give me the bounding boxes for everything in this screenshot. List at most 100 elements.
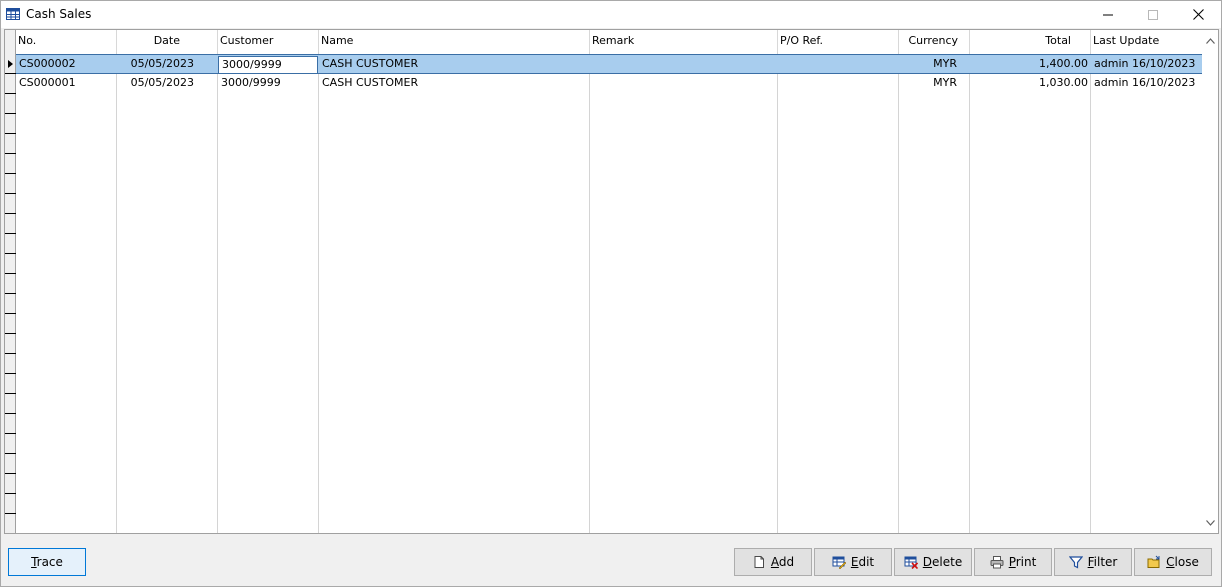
column-divider (1090, 52, 1091, 533)
grid-header: No. Date Customer Name Remark P/O Ref. C… (16, 30, 1202, 52)
trace-button-label: Trace (31, 555, 63, 569)
close-window-button[interactable] (1175, 1, 1221, 28)
print-button-label: Print (1009, 555, 1037, 569)
delete-label-rest: elete (932, 555, 963, 569)
vertical-scrollbar[interactable] (1202, 30, 1218, 533)
maximize-button[interactable] (1130, 1, 1176, 28)
scroll-up-button[interactable] (1205, 36, 1215, 46)
row-indicator-cell[interactable] (5, 494, 16, 514)
delete-grid-icon (904, 556, 918, 569)
row-indicator-cell[interactable] (5, 354, 16, 374)
new-document-icon (754, 556, 764, 568)
cell-po-ref[interactable] (778, 74, 899, 92)
close-button-label: Close (1166, 555, 1199, 569)
trace-button[interactable]: Trace (8, 548, 86, 576)
filter-button-label: Filter (1088, 555, 1118, 569)
cell-total[interactable]: 1,400.00 (970, 55, 1091, 73)
cell-remark[interactable] (590, 74, 778, 92)
cash-sales-window: Cash Sales No. Date Customer Name Remark… (0, 0, 1222, 587)
grid-table-icon (6, 8, 20, 20)
column-divider (217, 52, 218, 533)
cell-currency[interactable]: MYR (899, 74, 960, 92)
delete-button-label: Delete (923, 555, 962, 569)
row-indicator-cell[interactable] (5, 334, 16, 354)
column-header-date[interactable]: Date (117, 30, 218, 52)
row-indicator-cell[interactable] (5, 414, 16, 434)
column-header-remark[interactable]: Remark (590, 30, 778, 52)
row-indicator-cell[interactable] (5, 94, 16, 114)
column-header-total[interactable]: Total (970, 30, 1091, 52)
column-header-po-ref[interactable]: P/O Ref. (778, 30, 899, 52)
row-indicator-cell[interactable] (5, 254, 16, 274)
cell-date[interactable]: 05/05/2023 (117, 55, 197, 73)
column-header-customer[interactable]: Customer (218, 30, 319, 52)
column-header-no[interactable]: No. (16, 30, 117, 52)
row-indicator-cell[interactable] (5, 134, 16, 154)
row-indicator-column (5, 30, 16, 533)
cell-no[interactable]: CS000002 (16, 55, 117, 73)
add-button-label: Add (771, 555, 794, 569)
row-indicator-cell[interactable] (5, 274, 16, 294)
column-divider (116, 52, 117, 533)
close-label-rest: lose (1174, 555, 1199, 569)
row-indicator-cell[interactable] (5, 194, 16, 214)
cell-remark[interactable] (590, 55, 778, 73)
close-button[interactable]: Close (1134, 548, 1212, 576)
table-row[interactable]: CS000001 05/05/2023 3000/9999 CASH CUSTO… (16, 74, 1202, 94)
row-indicator-cell[interactable] (5, 114, 16, 134)
column-header-name[interactable]: Name (319, 30, 590, 52)
row-indicator-cell[interactable] (5, 514, 16, 533)
delete-button[interactable]: Delete (894, 548, 972, 576)
cell-po-ref[interactable] (778, 55, 899, 73)
row-indicator-cell[interactable] (5, 154, 16, 174)
add-mnemonic: A (770, 555, 779, 569)
edit-button[interactable]: Edit (814, 548, 892, 576)
row-indicator-cell[interactable] (5, 54, 16, 74)
print-button[interactable]: Print (974, 548, 1052, 576)
delete-mnemonic: D (922, 555, 933, 569)
customer-edit-field[interactable]: 3000/9999 (218, 56, 318, 74)
row-indicator-cell[interactable] (5, 74, 16, 94)
minimize-icon (1103, 14, 1113, 15)
row-indicator-cell[interactable] (5, 394, 16, 414)
scroll-down-button[interactable] (1205, 518, 1215, 528)
row-indicator-cell[interactable] (5, 174, 16, 194)
filter-button[interactable]: Filter (1054, 548, 1132, 576)
row-indicator-cell[interactable] (5, 374, 16, 394)
filter-label-rest: ilter (1093, 555, 1118, 569)
column-divider (589, 52, 590, 533)
row-indicator-cell[interactable] (5, 434, 16, 454)
edit-grid-icon (832, 556, 846, 569)
chevron-down-icon (1205, 520, 1215, 526)
cell-name[interactable]: CASH CUSTOMER (319, 74, 590, 92)
row-indicator-cell[interactable] (5, 294, 16, 314)
cell-currency[interactable]: MYR (899, 55, 960, 73)
folder-close-icon (1147, 555, 1160, 568)
row-indicator-cell[interactable] (5, 474, 16, 494)
cell-date[interactable]: 05/05/2023 (117, 74, 197, 92)
minimize-button[interactable] (1085, 1, 1131, 28)
cell-name[interactable]: CASH CUSTOMER (319, 55, 590, 73)
column-header-currency[interactable]: Currency (899, 30, 970, 52)
column-header-last-update[interactable]: Last Update (1091, 30, 1202, 52)
column-divider (969, 52, 970, 533)
cell-total[interactable]: 1,030.00 (970, 74, 1091, 92)
row-indicator-cell[interactable] (5, 314, 16, 334)
trace-label-rest: race (36, 555, 63, 569)
current-row-arrow-icon (8, 60, 13, 68)
cell-customer[interactable]: 3000/9999 (218, 74, 319, 92)
add-label-rest: dd (778, 555, 795, 569)
row-indicator-cell[interactable] (5, 234, 16, 254)
row-indicator-cell[interactable] (5, 214, 16, 234)
filter-funnel-icon (1068, 556, 1083, 569)
add-button[interactable]: Add (734, 548, 812, 576)
cell-no[interactable]: CS000001 (16, 74, 117, 92)
edit-label-rest: dit (858, 555, 875, 569)
title-bar: Cash Sales (1, 1, 1221, 28)
cell-last-update[interactable]: admin 16/10/2023 (1091, 74, 1202, 92)
cash-sales-grid[interactable]: No. Date Customer Name Remark P/O Ref. C… (4, 29, 1219, 534)
row-indicator-cell[interactable] (5, 454, 16, 474)
print-mnemonic: P (1008, 555, 1016, 569)
table-row-selected[interactable]: CS000002 05/05/2023 3000/9999 CASH CUSTO… (16, 54, 1202, 74)
cell-last-update[interactable]: admin 16/10/2023 (1091, 55, 1202, 73)
